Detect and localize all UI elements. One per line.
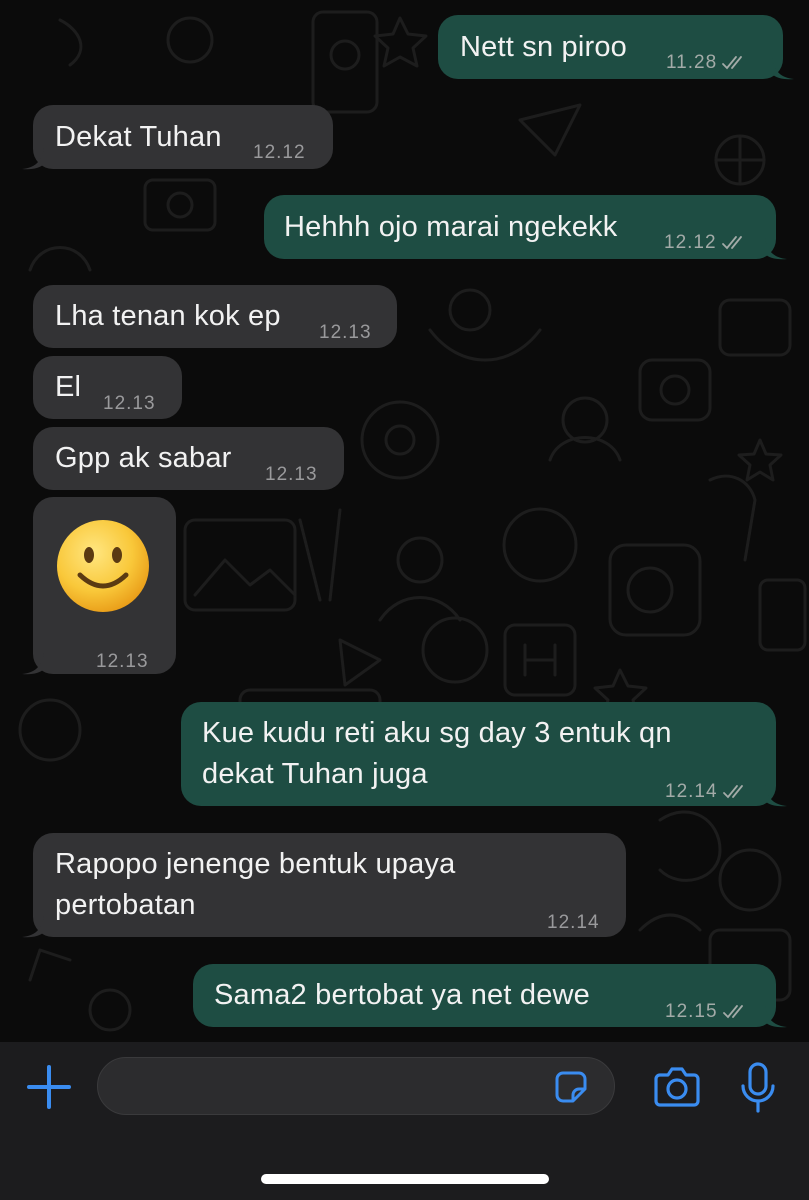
sticker-icon[interactable] (551, 1067, 591, 1107)
camera-icon[interactable] (652, 1065, 702, 1109)
message-bubble-incoming[interactable]: Gpp ak sabar 12.13 (33, 427, 344, 490)
microphone-icon[interactable] (740, 1062, 776, 1114)
message-text-line: Kue kudu reti aku sg day 3 entuk qn (202, 717, 672, 749)
chat-area[interactable]: Nett sn piroo 11.28 Dekat Tuhan 12.12 He… (0, 0, 809, 1042)
message-input[interactable] (97, 1057, 615, 1115)
message-time: 12.13 (319, 322, 372, 343)
message-time: 12.13 (96, 651, 149, 672)
message-time: 12.14 (547, 912, 600, 933)
message-time: 12.13 (265, 464, 318, 485)
message-bubble-outgoing[interactable]: Nett sn piroo 11.28 (438, 15, 783, 79)
double-check-icon (722, 785, 743, 799)
bubble-tail-incoming (22, 148, 44, 170)
message-time: 12.13 (103, 393, 156, 414)
message-bubble-incoming[interactable]: Lha tenan kok ep 12.13 (33, 285, 397, 348)
message-text: Dekat Tuhan (55, 121, 222, 153)
double-check-icon (721, 236, 742, 250)
message-bubble-incoming[interactable]: Rapopo jenenge bentuk upaya pertobatan 1… (33, 833, 626, 937)
double-check-icon (722, 1005, 743, 1019)
message-bubble-incoming[interactable]: Dekat Tuhan 12.12 (33, 105, 333, 169)
message-time: 12.12 (253, 142, 306, 163)
double-check-icon (722, 56, 743, 70)
message-text-line: Rapopo jenenge bentuk upaya (55, 848, 456, 880)
message-text-line: dekat Tuhan juga (202, 758, 428, 790)
message-meta: 12.14 (665, 772, 750, 812)
bubble-tail-incoming (22, 916, 44, 938)
home-indicator[interactable] (261, 1174, 549, 1184)
bubble-tail-outgoing (765, 1006, 787, 1028)
message-meta: 12.12 (664, 223, 749, 263)
message-time: 12.12 (664, 232, 717, 253)
message-bubble-incoming-emoji[interactable]: 12.13 (33, 497, 176, 674)
message-text: Gpp ak sabar (55, 442, 232, 474)
bubble-tail-outgoing (765, 238, 787, 260)
message-time: 12.15 (665, 1001, 718, 1022)
message-text: Nett sn piroo (460, 31, 628, 63)
message-text-line: pertobatan (55, 889, 196, 921)
message-bubble-outgoing[interactable]: Kue kudu reti aku sg day 3 entuk qn deka… (181, 702, 776, 806)
message-text: Lha tenan kok ep (55, 300, 281, 332)
message-time: 12.14 (665, 781, 718, 802)
message-text: Sama2 bertobat ya net dewe (214, 979, 590, 1011)
bubble-tail-outgoing (772, 58, 794, 80)
plus-icon[interactable] (26, 1064, 72, 1110)
message-text: El (55, 371, 82, 403)
slightly-smiling-face-icon (57, 520, 149, 612)
message-meta: 11.28 (666, 43, 749, 83)
message-bubble-outgoing[interactable]: Sama2 bertobat ya net dewe 12.15 (193, 964, 776, 1027)
message-text: Hehhh ojo marai ngekekk (284, 211, 618, 243)
bubble-tail-outgoing (765, 785, 787, 807)
message-bubble-outgoing[interactable]: Hehhh ojo marai ngekekk 12.12 (264, 195, 776, 259)
message-time: 11.28 (666, 52, 718, 73)
bubble-tail-incoming (22, 653, 44, 675)
message-meta: 12.15 (665, 992, 750, 1032)
message-bubble-incoming[interactable]: El 12.13 (33, 356, 182, 419)
